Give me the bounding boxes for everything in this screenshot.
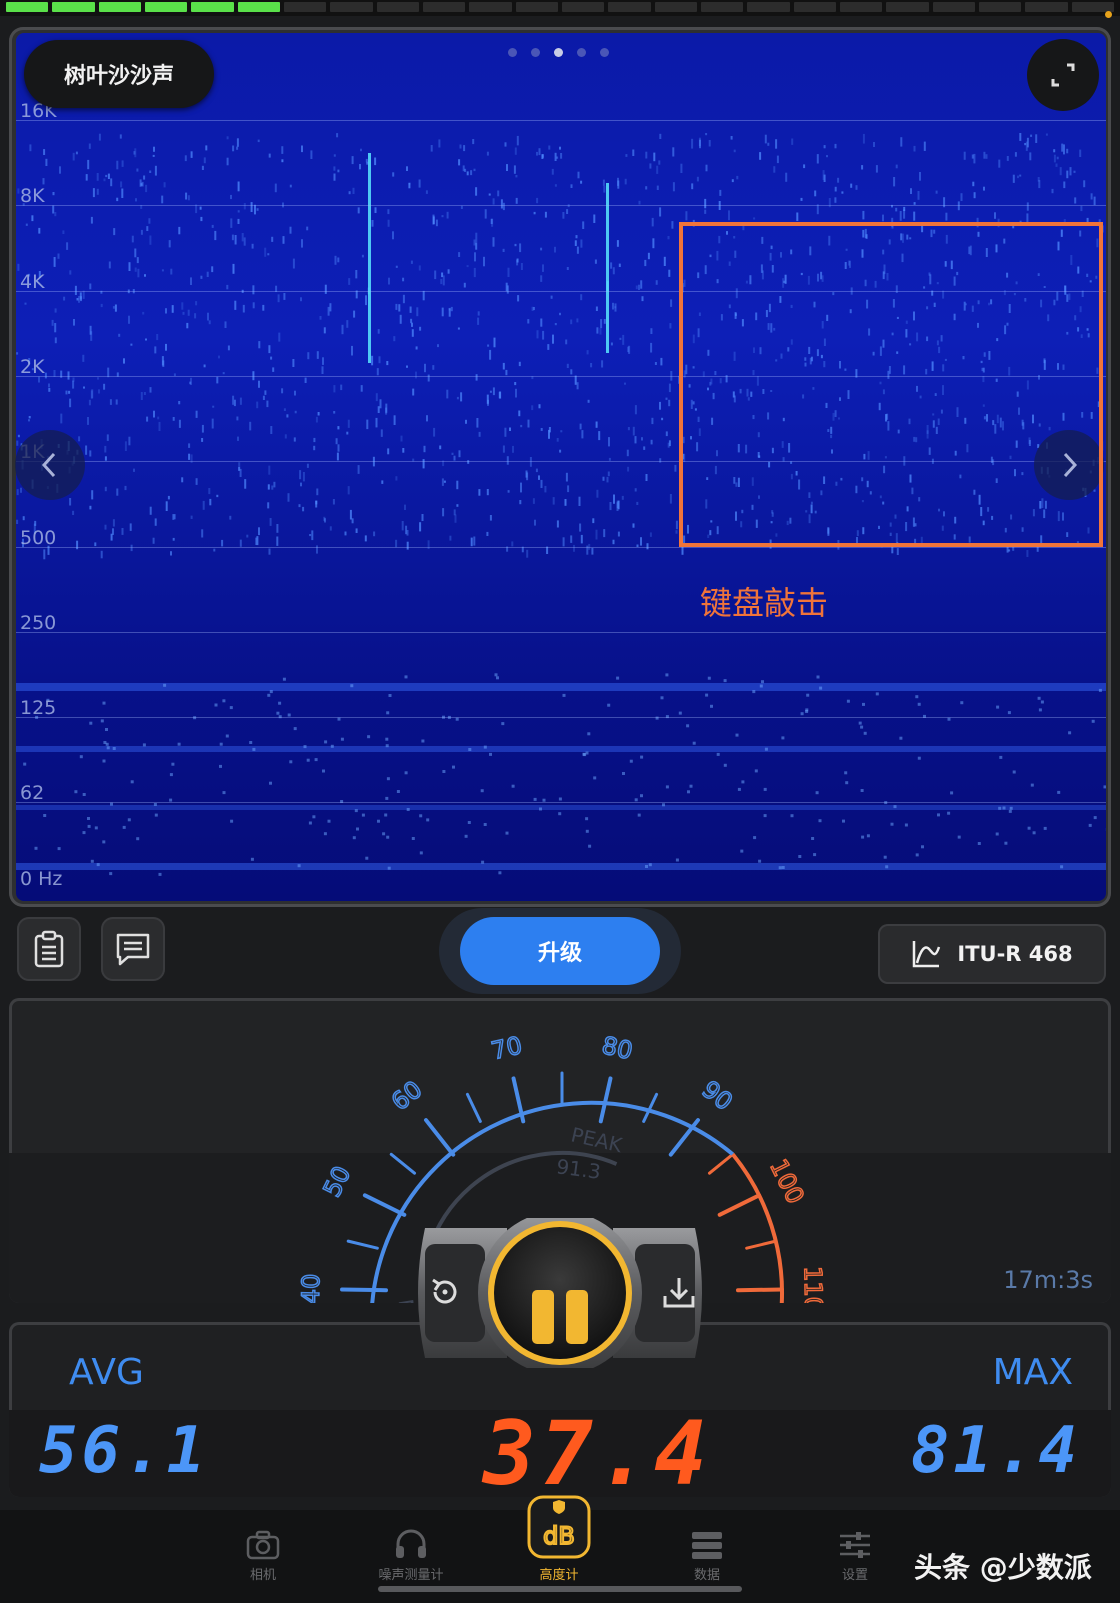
db-badge-icon: dB bbox=[504, 1492, 614, 1560]
frequency-gridline bbox=[16, 717, 1106, 719]
level-segment bbox=[515, 2, 558, 12]
chevron-left-icon bbox=[41, 452, 56, 478]
frequency-gridline bbox=[16, 802, 1106, 804]
level-segment bbox=[422, 2, 466, 12]
annotation-label: 键盘敲击 bbox=[700, 584, 829, 622]
tab-sliders[interactable]: 设置 bbox=[800, 1520, 910, 1583]
max-label: MAX bbox=[992, 1352, 1073, 1393]
sound-title[interactable]: 树叶沙沙声 bbox=[24, 40, 214, 108]
level-segment bbox=[747, 2, 790, 12]
frequency-label: 2K bbox=[20, 355, 45, 378]
page-dots[interactable] bbox=[508, 48, 609, 57]
level-segment bbox=[608, 2, 651, 12]
headphones-icon bbox=[356, 1520, 466, 1560]
level-segment bbox=[52, 2, 95, 12]
gauge-scale-label: 110 bbox=[799, 1266, 828, 1303]
level-segment bbox=[978, 2, 1022, 12]
camera-icon bbox=[208, 1520, 318, 1560]
avg-value: 56.1 bbox=[39, 1414, 210, 1488]
tab-label: 数据 bbox=[693, 1568, 720, 1583]
frequency-label: 8K bbox=[20, 185, 45, 208]
level-segment bbox=[283, 2, 327, 12]
level-segment bbox=[932, 2, 975, 12]
svg-text:dB: dB bbox=[543, 1522, 575, 1550]
tab-db-badge[interactable]: dB 高度计 bbox=[504, 1492, 614, 1583]
tab-label: 高度计 bbox=[539, 1568, 579, 1583]
gauge-scale-label: 40 bbox=[297, 1274, 325, 1303]
level-segment bbox=[144, 2, 188, 12]
tab-label: 设置 bbox=[841, 1568, 868, 1583]
level-segment bbox=[330, 2, 373, 12]
level-segment bbox=[886, 2, 929, 12]
previous-button[interactable] bbox=[15, 430, 85, 500]
tab-label: 相机 bbox=[249, 1568, 276, 1583]
pause-icon bbox=[532, 1290, 588, 1344]
page-dot[interactable] bbox=[531, 48, 540, 57]
tab-label: 噪声测量计 bbox=[378, 1568, 444, 1583]
frequency-gridline bbox=[16, 205, 1106, 207]
current-db-value: 37.4 bbox=[483, 1402, 711, 1497]
level-segment bbox=[6, 2, 49, 12]
page-dot[interactable] bbox=[554, 48, 563, 57]
comment-button[interactable] bbox=[101, 917, 165, 981]
home-indicator[interactable] bbox=[378, 1586, 742, 1592]
reset-button[interactable] bbox=[425, 1272, 465, 1316]
level-segment bbox=[469, 2, 512, 12]
gauge-scale-label: 80 bbox=[599, 1031, 635, 1065]
level-segment bbox=[839, 2, 883, 12]
level-segment bbox=[561, 2, 605, 12]
elapsed-timer: 17m:3s bbox=[1003, 1266, 1093, 1294]
frequency-label: 4K bbox=[20, 270, 45, 293]
tab-headphones[interactable]: 噪声测量计 bbox=[356, 1520, 466, 1583]
tab-camera[interactable]: 相机 bbox=[208, 1520, 318, 1583]
peak-value: 91.3 bbox=[555, 1154, 602, 1184]
frequency-gridline bbox=[16, 120, 1106, 121]
level-segment bbox=[376, 2, 419, 12]
comment-icon bbox=[116, 933, 150, 966]
clipboard-icon bbox=[34, 930, 64, 968]
gauge-scale-label: 100 bbox=[764, 1155, 809, 1208]
frequency-label: 125 bbox=[20, 697, 57, 720]
gauge-scale-label: 50 bbox=[318, 1162, 357, 1202]
weighting-label: ITU-R 468 bbox=[957, 942, 1073, 966]
download-icon bbox=[663, 1278, 695, 1308]
level-segment bbox=[237, 2, 280, 12]
frequency-label: 0 Hz bbox=[20, 867, 63, 890]
page-dot[interactable] bbox=[600, 48, 609, 57]
frequency-gridline bbox=[16, 631, 1106, 633]
curve-chart-icon bbox=[913, 941, 941, 968]
level-segment bbox=[793, 2, 836, 12]
level-bar bbox=[0, 0, 1120, 16]
upgrade-button[interactable]: 升级 bbox=[460, 917, 660, 985]
frequency-label: 250 bbox=[20, 611, 57, 634]
tab-stack[interactable]: 数据 bbox=[652, 1520, 762, 1583]
level-segment bbox=[191, 2, 234, 12]
status-indicator bbox=[1105, 11, 1112, 18]
frequency-label: 500 bbox=[20, 526, 57, 549]
frequency-label: 62 bbox=[20, 782, 45, 805]
annotation-box bbox=[679, 222, 1103, 547]
gauge-scale-label: 70 bbox=[489, 1031, 525, 1065]
gauge-scale-label: 60 bbox=[386, 1075, 427, 1116]
level-segment bbox=[98, 2, 141, 12]
page-dot[interactable] bbox=[508, 48, 517, 57]
level-segment bbox=[1025, 2, 1068, 12]
pause-button[interactable] bbox=[526, 1282, 596, 1356]
stack-icon bbox=[652, 1520, 762, 1560]
reset-icon bbox=[432, 1278, 457, 1304]
gauge-scale-label: 90 bbox=[696, 1075, 737, 1116]
sliders-icon bbox=[800, 1520, 910, 1560]
level-segment bbox=[700, 2, 744, 12]
weighting-button[interactable]: ITU-R 468 bbox=[878, 924, 1106, 984]
level-segment bbox=[654, 2, 697, 12]
expand-button[interactable] bbox=[1027, 39, 1099, 111]
notes-button[interactable] bbox=[17, 917, 81, 981]
page-dot[interactable] bbox=[577, 48, 586, 57]
avg-label: AVG bbox=[69, 1352, 144, 1393]
expand-icon bbox=[1051, 63, 1075, 87]
max-value: 81.4 bbox=[910, 1414, 1081, 1488]
save-button[interactable] bbox=[659, 1272, 699, 1316]
watermark: 头条 @少数派 bbox=[914, 1551, 1092, 1584]
